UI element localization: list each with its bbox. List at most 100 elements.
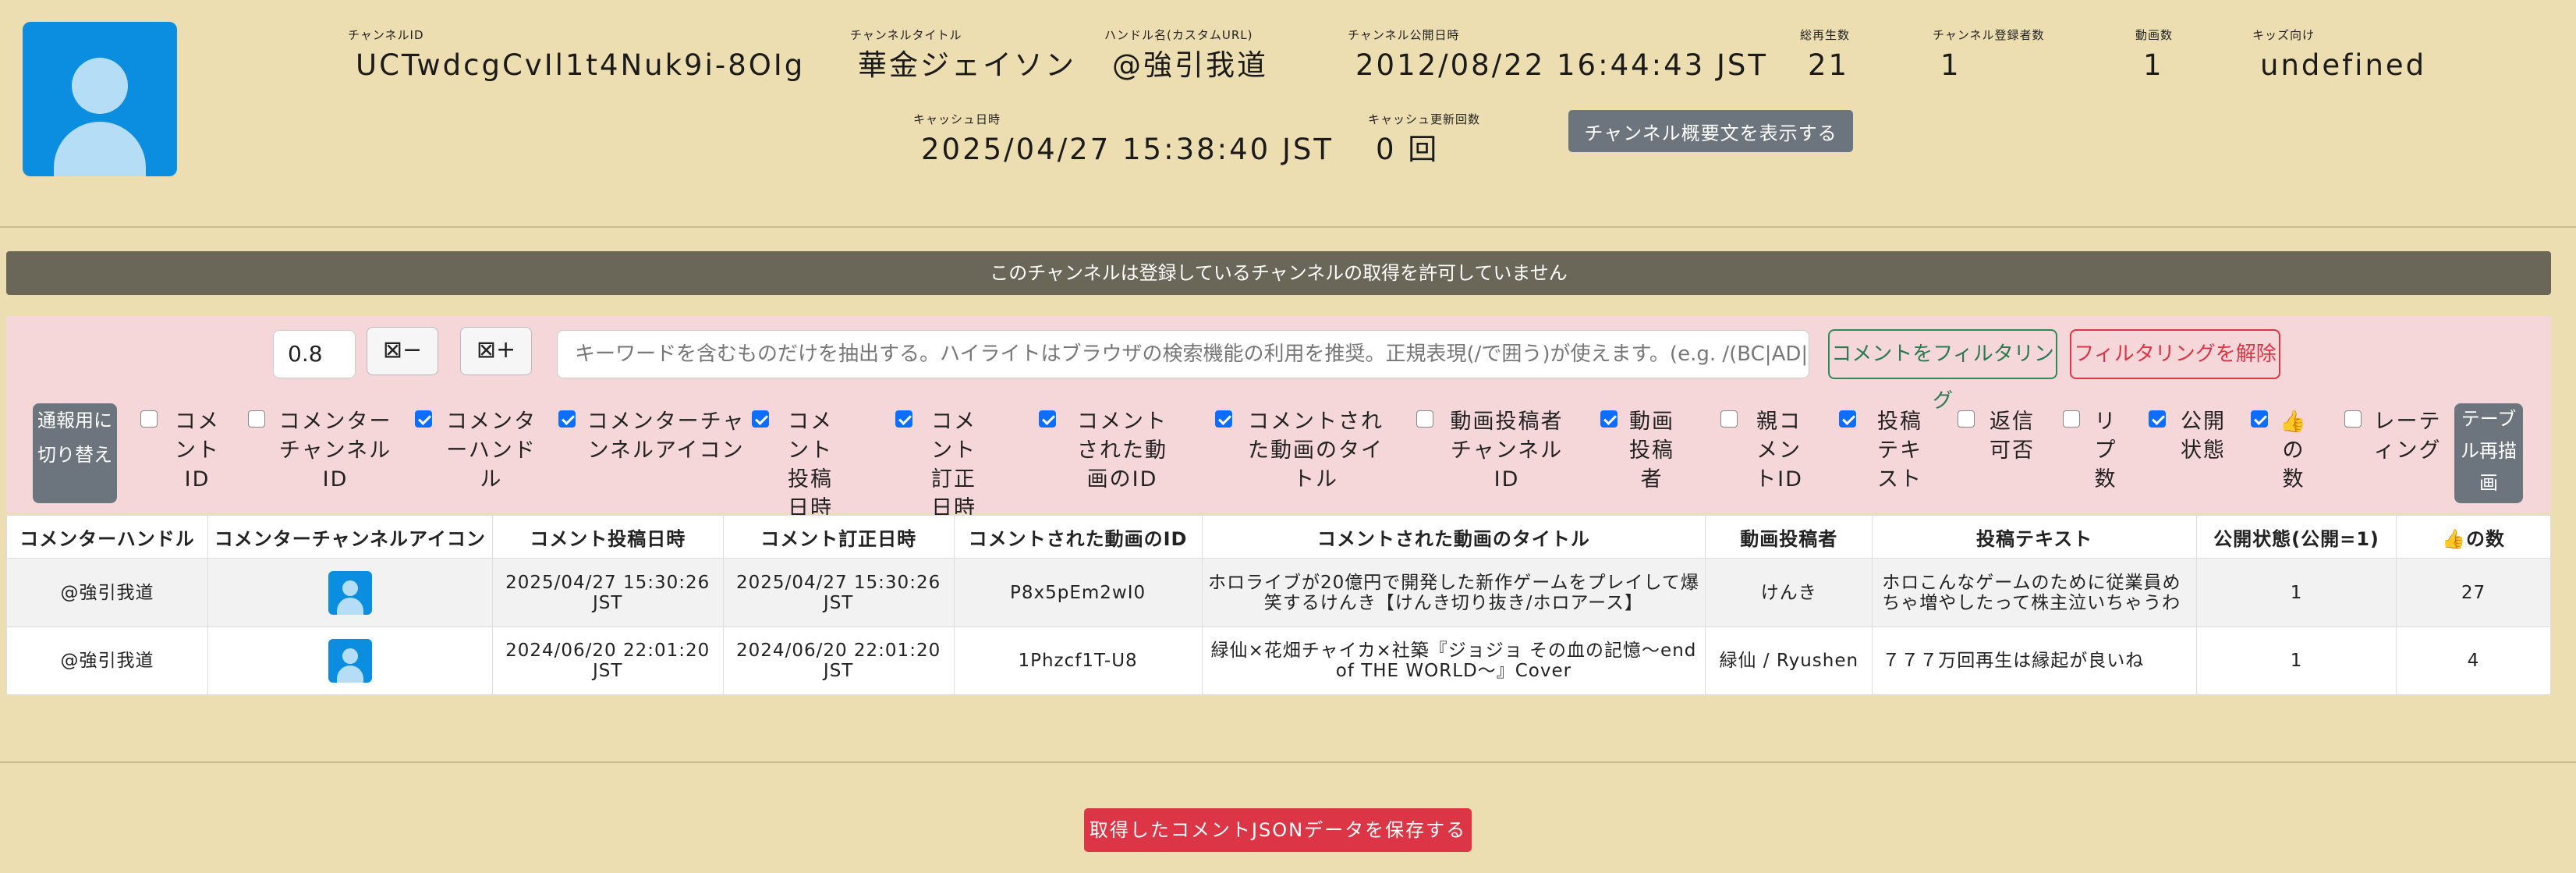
column-toggle-label: コメンターハンドル [446, 410, 537, 492]
cell-likes: 27 [2395, 558, 2552, 627]
column-toggle-uploader-channel-id[interactable]: 動画投稿者チャンネルID [1416, 407, 1569, 494]
checkbox[interactable] [248, 410, 265, 428]
handle-value: @強引我道 [1112, 48, 1268, 82]
cell-posted: 2024/06/20 22:01:20 JST [491, 626, 724, 695]
show-summary-button[interactable]: チャンネル概要文を表示する [1568, 110, 1853, 152]
checkbox[interactable] [2063, 410, 2080, 428]
column-toggle-label: 👍 の数 [2279, 407, 2308, 494]
column-toggle-reply-count[interactable]: リプ数 [2063, 407, 2121, 494]
cell-video-id[interactable]: 1Phzcf1T-U8 [953, 626, 1203, 695]
cache-date-label: キャッシュ日時 [913, 112, 1001, 126]
column-header[interactable]: 投稿テキスト [1872, 515, 2198, 559]
cell-handle[interactable]: @強引我道 [6, 558, 208, 627]
cell-video-title[interactable]: ホロライブが20億円で開発した新作ゲームをプレイして爆笑するけんき【けんき切り抜… [1201, 558, 1706, 627]
column-header[interactable]: 動画投稿者 [1705, 515, 1873, 559]
checkbox[interactable] [1600, 410, 1618, 428]
cell-uploader[interactable]: 緑仙 / Ryushen [1705, 626, 1873, 695]
channel-title-stat: チャンネルタイトル 華金ジェイソン [850, 28, 1076, 84]
cell-video-id[interactable]: P8x5pEm2wI0 [953, 558, 1203, 627]
cell-text: ７７７万回再生は縁起が良いね [1872, 626, 2198, 695]
video-count-stat: 動画数 1 [2135, 28, 2173, 84]
likes-header-text: の数 [2465, 527, 2505, 550]
column-toggle-likes[interactable]: 👍 の数 [2251, 407, 2308, 494]
zoom-input[interactable]: 0.8 [273, 330, 356, 378]
channel-id-value: UCTwdcgCvIl1t4Nuk9i-8OIg [356, 48, 806, 82]
total-views-value: 21 [1808, 48, 1850, 82]
checkbox[interactable] [1958, 410, 1975, 428]
cache-count-stat: キャッシュ更新回数 0 回 [1368, 112, 1480, 169]
keyword-search-input[interactable]: キーワードを含むものだけを抽出する。ハイライトはブラウザの検索機能の利用を推奨。… [557, 330, 1809, 378]
clear-filter-button[interactable]: フィルタリングを解除 [2070, 329, 2280, 379]
checkbox[interactable] [752, 410, 769, 428]
column-header-likes[interactable]: 👍の数 [2395, 515, 2552, 559]
thumbs-up-icon: 👍 [2442, 527, 2466, 550]
column-toggle-video-title[interactable]: コメントされた動画のタイトル [1215, 407, 1388, 494]
avatar-head [72, 58, 128, 114]
table-row: @強引我道 2025/04/27 15:30:26 JST 2025/04/27… [6, 558, 2552, 627]
column-header[interactable]: コメントされた動画のタイトル [1201, 515, 1706, 559]
checkbox[interactable] [2344, 410, 2362, 428]
report-mode-button[interactable]: 通報用に切り替え [33, 403, 117, 503]
save-json-button[interactable]: 取得したコメントJSONデータを保存する [1084, 808, 1472, 852]
checkbox[interactable] [2251, 410, 2268, 428]
checkbox[interactable] [415, 410, 432, 428]
column-toggle-comment-id[interactable]: コメントID [140, 407, 226, 494]
checkbox[interactable] [895, 410, 912, 428]
commenter-avatar[interactable] [328, 570, 372, 615]
commenter-avatar[interactable] [328, 639, 372, 683]
column-toggle-label: コメント投稿日時 [788, 410, 833, 520]
column-header[interactable]: コメンターハンドル [6, 515, 208, 559]
cache-count-value: 0 回 [1376, 133, 1440, 166]
channel-title-label: チャンネルタイトル [850, 28, 962, 42]
column-toggle-label: レーティング [2373, 410, 2442, 463]
checkbox[interactable] [2149, 410, 2166, 428]
filter-comments-button[interactable]: コメントをフィルタリング [1828, 329, 2057, 413]
column-header[interactable]: 公開状態(公開=1) [2196, 515, 2397, 559]
column-toggle-posted-at[interactable]: コメント投稿日時 [752, 407, 841, 523]
column-toggle-uploader[interactable]: 動画投稿者 [1600, 407, 1675, 494]
zoom-in-button[interactable]: ⊠+ [460, 327, 532, 375]
checkbox[interactable] [558, 410, 576, 428]
column-toggle-label: コメントされた動画のID [1077, 410, 1168, 492]
permission-notice: このチャンネルは登録しているチャンネルの取得を許可していません [6, 251, 2551, 295]
column-toggle-reply-allowed[interactable]: 返信可否 [1958, 407, 2039, 465]
cell-video-title[interactable]: 緑仙×花畑チャイカ×社築『ジョジョ その血の記憶～end of THE WORL… [1201, 626, 1706, 695]
column-toggle-label: 動画投稿者チャンネルID [1450, 410, 1564, 492]
total-views-stat: 総再生数 21 [1800, 28, 1850, 84]
column-header[interactable]: コメントされた動画のID [953, 515, 1203, 559]
column-header[interactable]: コメンターチャンネルアイコン [207, 515, 493, 559]
cell-icon [207, 558, 493, 627]
cell-handle[interactable]: @強引我道 [6, 626, 208, 695]
table-header-row: コメンターハンドル コメンターチャンネルアイコン コメント投稿日時 コメント訂正… [6, 515, 2552, 559]
column-toggle-visibility[interactable]: 公開状態 [2149, 407, 2230, 465]
column-toggle-edited-at[interactable]: コメント訂正日時 [895, 407, 984, 523]
column-header[interactable]: コメント投稿日時 [491, 515, 724, 559]
column-toggle-label: 返信可否 [1990, 410, 2035, 463]
checkbox[interactable] [1215, 410, 1232, 428]
checkbox[interactable] [1839, 410, 1856, 428]
checkbox[interactable] [1720, 410, 1738, 428]
column-toggle-commenter-channel-id[interactable]: コメンターチャンネルID [248, 407, 395, 494]
cell-posted: 2025/04/27 15:30:26 JST [491, 558, 724, 627]
checkbox[interactable] [1039, 410, 1056, 428]
cell-uploader[interactable]: けんき [1705, 558, 1873, 627]
cell-icon [207, 626, 493, 695]
column-toggle-commenter-handle[interactable]: コメンターハンドル [415, 407, 540, 494]
report-mode-label: 通報用に切り替え [37, 410, 112, 466]
zoom-out-button[interactable]: ⊠− [367, 327, 438, 375]
table-row: @強引我道 2024/06/20 22:01:20 JST 2024/06/20… [6, 626, 2552, 695]
column-toggle-video-id[interactable]: コメントされた動画のID [1039, 407, 1178, 494]
column-toggle-rating[interactable]: レーティング [2344, 407, 2443, 465]
subscribers-value: 1 [1940, 48, 1961, 82]
redraw-table-button[interactable]: テーブル再描画 [2454, 403, 2523, 503]
column-header[interactable]: コメント訂正日時 [722, 515, 955, 559]
kids-value: undefined [2260, 48, 2427, 82]
column-toggle-label: リプ数 [2094, 410, 2117, 492]
checkbox[interactable] [1416, 410, 1433, 428]
column-toggle-commenter-icon[interactable]: コメンターチャンネルアイコン [558, 407, 746, 465]
column-toggle-label: コメンターチャンネルID [278, 410, 392, 492]
comments-table: コメンターハンドル コメンターチャンネルアイコン コメント投稿日時 コメント訂正… [6, 515, 2552, 695]
column-toggle-parent-comment-id[interactable]: 親コメントID [1720, 407, 1809, 494]
column-toggle-post-text[interactable]: 投稿テキスト [1839, 407, 1933, 494]
checkbox[interactable] [140, 410, 158, 428]
